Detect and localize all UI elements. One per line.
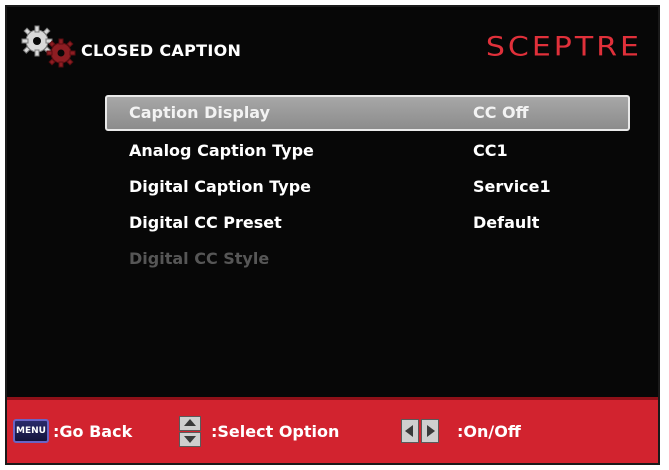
go-back-label: :Go Back (53, 421, 133, 441)
go-back-hint: MENU :Go Back (13, 417, 132, 445)
menu-key-icon: MENU (13, 419, 49, 443)
page-title: CLOSED CAPTION (81, 41, 242, 60)
menu-item-value: CC Off (473, 103, 529, 122)
header: CLOSED CAPTION SCEPTRE (7, 7, 658, 79)
brand-logo: SCEPTRE (485, 31, 642, 63)
select-option-label: :Select Option (211, 421, 340, 441)
help-bar: MENU :Go Back :Select Option :On/Off (7, 397, 658, 463)
menu-item-digital-caption-type[interactable]: Digital Caption Type Service1 (105, 169, 630, 205)
menu-item-label: Caption Display (129, 103, 271, 122)
menu-item-analog-caption-type[interactable]: Analog Caption Type CC1 (105, 133, 630, 169)
on-off-hint: :On/Off (401, 417, 521, 445)
menu-item-label: Digital CC Style (129, 249, 270, 268)
menu-item-digital-cc-preset[interactable]: Digital CC Preset Default (105, 205, 630, 241)
left-right-arrow-icon (401, 419, 439, 443)
menu-item-digital-cc-style: Digital CC Style (105, 241, 630, 277)
gear-icon (21, 25, 76, 68)
select-option-hint: :Select Option (179, 415, 340, 447)
menu-item-value: Service1 (473, 177, 551, 196)
tv-osd-screen: CLOSED CAPTION SCEPTRE Caption Display C… (5, 5, 660, 465)
menu-item-label: Digital Caption Type (129, 177, 312, 196)
on-off-label: :On/Off (457, 421, 521, 441)
menu-item-label: Analog Caption Type (129, 141, 314, 160)
menu-item-caption-display[interactable]: Caption Display CC Off (105, 95, 630, 131)
up-down-arrow-icon (179, 415, 201, 447)
menu-item-value: CC1 (473, 141, 508, 160)
menu-item-label: Digital CC Preset (129, 213, 282, 232)
menu-item-value: Default (473, 213, 540, 232)
caption-menu: Caption Display CC Off Analog Caption Ty… (105, 95, 630, 277)
